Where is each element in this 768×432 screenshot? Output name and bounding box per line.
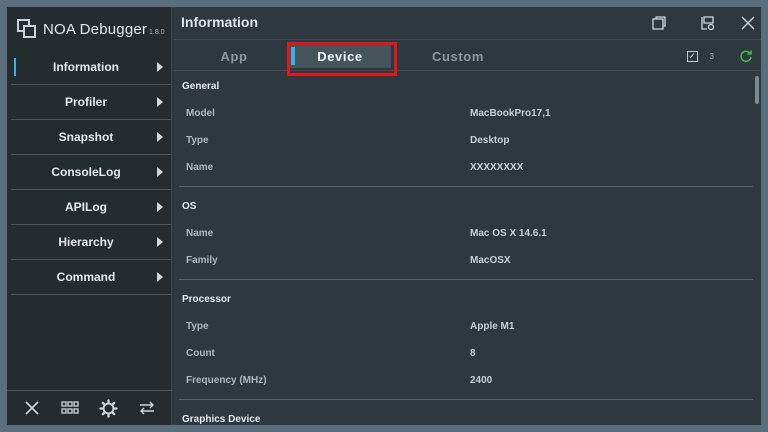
row-value: Desktop: [470, 135, 510, 146]
tab-device[interactable]: Device: [289, 44, 391, 68]
sidebar-item-label: Information: [53, 60, 119, 74]
row-key: Model: [186, 108, 215, 119]
row-value: 8: [470, 348, 476, 359]
section-title-general: General: [182, 80, 220, 92]
close-icon[interactable]: [738, 13, 758, 33]
sidebar-item-apilog[interactable]: APILog: [11, 190, 171, 225]
row-value: Apple M1: [470, 321, 515, 332]
sidebar: NOA Debugger 1.8.0 Information Profiler …: [7, 7, 172, 425]
app-version: 1.8.0: [149, 29, 165, 36]
sidebar-item-label: Command: [56, 270, 116, 284]
swap-arrows-icon[interactable]: [136, 397, 158, 419]
sidebar-item-snapshot[interactable]: Snapshot: [11, 120, 171, 155]
chevron-right-icon: [157, 62, 163, 72]
close-icon[interactable]: [21, 397, 43, 419]
sidebar-item-command[interactable]: Command: [11, 260, 171, 295]
row-key: Type: [186, 321, 209, 332]
brand: NOA Debugger: [17, 17, 147, 41]
sidebar-item-label: Snapshot: [58, 130, 114, 144]
refresh-icon[interactable]: [739, 49, 753, 63]
chevron-right-icon: [157, 272, 163, 282]
noa-logo-icon: [17, 19, 37, 39]
row-value: 2400: [470, 375, 493, 386]
row-key: Type: [186, 135, 209, 146]
row-key: Count: [186, 348, 215, 359]
filter-checkbox[interactable]: ✓: [686, 50, 698, 62]
row-value: MacOSX: [470, 255, 511, 266]
row-value: MacBookPro17,1: [470, 108, 551, 119]
section-divider: [173, 394, 761, 405]
sidebar-bottom-bar: [7, 390, 172, 425]
gear-icon[interactable]: [98, 397, 120, 419]
dock-settings-icon[interactable]: [697, 13, 717, 33]
tab-toolbar: ✓ 3: [686, 48, 753, 64]
row-value: XXXXXXXX: [470, 162, 524, 173]
sidebar-item-label: Hierarchy: [58, 235, 114, 249]
sidebar-item-hierarchy[interactable]: Hierarchy: [11, 225, 171, 260]
chevron-right-icon: [157, 202, 163, 212]
row-key: Frequency (MHz): [186, 375, 267, 386]
sidebar-item-consolelog[interactable]: ConsoleLog: [11, 155, 171, 190]
row-key: Name: [186, 162, 214, 173]
sidebar-item-information[interactable]: Information: [11, 50, 171, 85]
info-row: Type Desktop: [173, 127, 761, 154]
app-name: NOA Debugger: [43, 20, 148, 38]
info-row: Name Mac OS X 14.6.1: [173, 220, 761, 247]
chevron-right-icon: [157, 132, 163, 142]
grid-icon[interactable]: [59, 397, 81, 419]
info-row: Name XXXXXXXX: [173, 154, 761, 181]
chevron-right-icon: [157, 237, 163, 247]
row-key: Family: [186, 255, 218, 266]
sidebar-item-label: Profiler: [64, 95, 107, 109]
page-title: Information: [181, 14, 258, 30]
checkbox-count: 3: [709, 51, 714, 61]
info-content: General Model MacBookPro17,1 Type Deskto…: [173, 72, 761, 425]
row-value: Mac OS X 14.6.1: [470, 228, 547, 239]
info-row: Count 8: [173, 340, 761, 367]
sidebar-nav: Information Profiler Snapshot ConsoleLog…: [11, 50, 171, 295]
debugger-window: NOA Debugger 1.8.0 Information Profiler …: [7, 7, 761, 425]
section-title-os: OS: [182, 200, 197, 212]
sidebar-item-profiler[interactable]: Profiler: [11, 85, 171, 120]
section-divider: [173, 181, 761, 192]
tab-bar: App Device Custom ✓ 3: [173, 39, 761, 76]
section-title-processor: Processor: [182, 293, 231, 305]
tab-custom[interactable]: Custom: [403, 44, 513, 68]
chevron-right-icon: [157, 167, 163, 177]
section-divider: [173, 274, 761, 285]
info-row: Frequency (MHz) 2400: [173, 367, 761, 394]
tab-app[interactable]: App: [188, 44, 280, 68]
info-row: Type Apple M1: [173, 313, 761, 340]
sidebar-item-label: APILog: [65, 200, 107, 214]
info-row: Family MacOSX: [173, 247, 761, 274]
sidebar-item-label: ConsoleLog: [51, 165, 121, 179]
float-window-icon[interactable]: [649, 13, 669, 33]
info-row: Model MacBookPro17,1: [173, 100, 761, 127]
section-title-graphics: Graphics Device: [182, 413, 261, 425]
main-panel: Information App Device Custom ✓ 3 Genera…: [173, 7, 761, 425]
chevron-right-icon: [157, 97, 163, 107]
row-key: Name: [186, 228, 214, 239]
title-bar: Information: [173, 7, 761, 39]
